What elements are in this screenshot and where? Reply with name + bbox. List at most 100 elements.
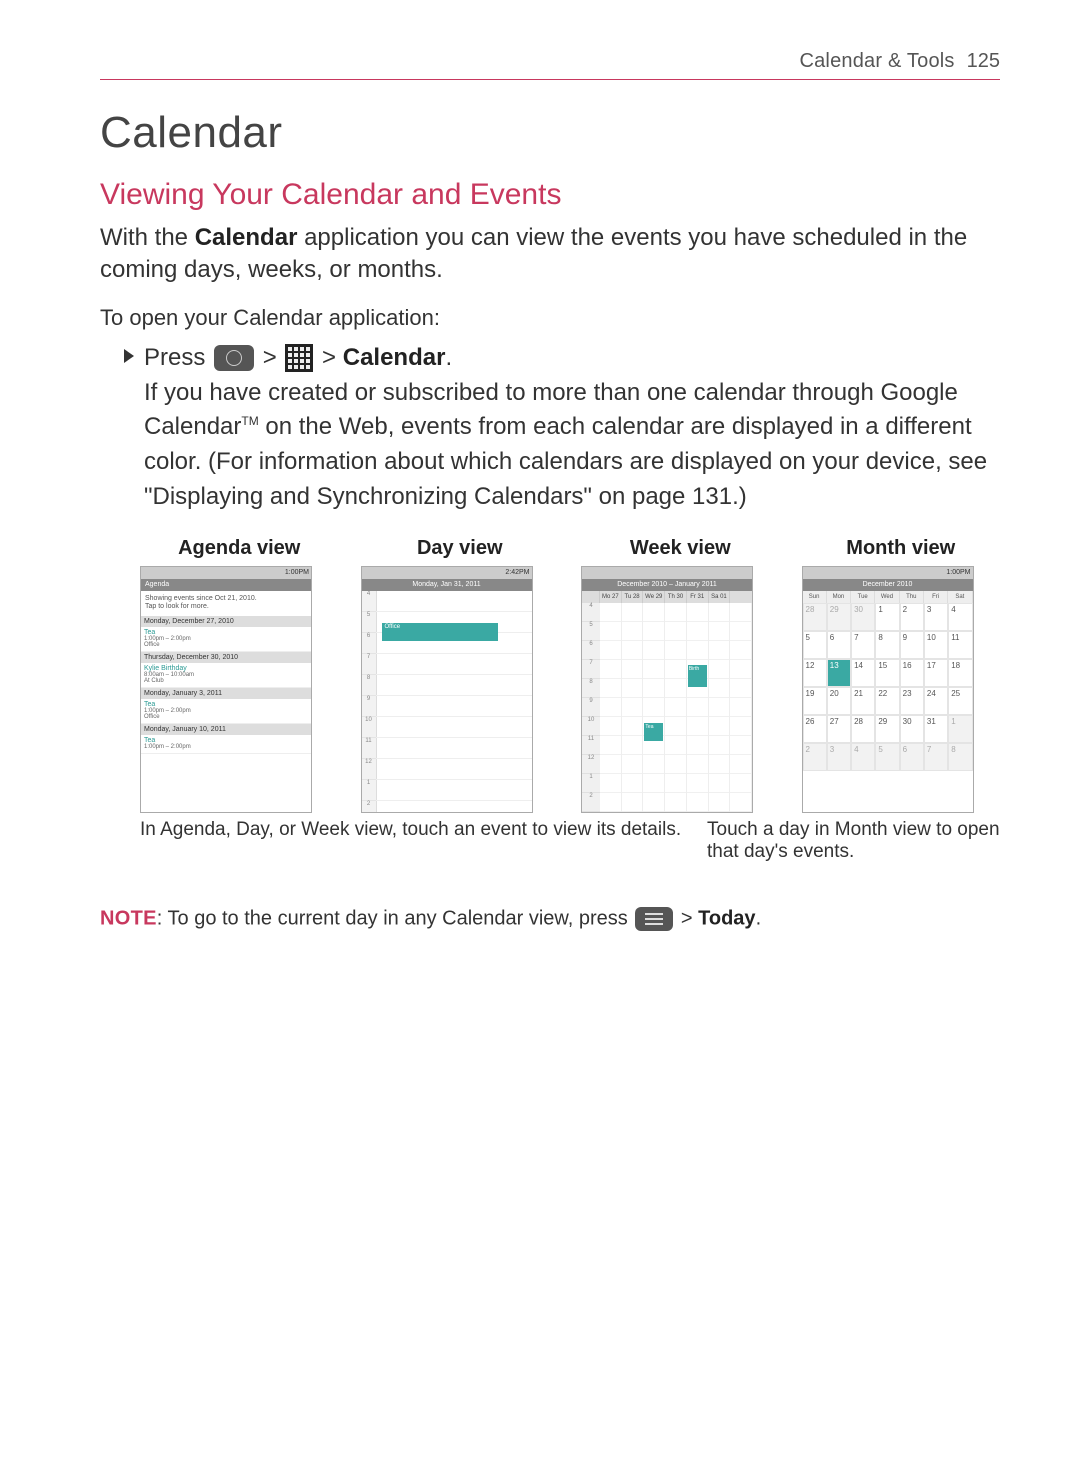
month-cell: 23 [900, 687, 924, 715]
week-view-thumb: December 2010 – January 2011 Mo 27Tu 28W… [581, 566, 753, 813]
month-cell: 5 [875, 743, 899, 771]
month-cell: 31 [924, 715, 948, 743]
month-status-time: 1:00PM [946, 569, 970, 576]
breadcrumb: Calendar & Tools [799, 50, 954, 73]
day-topbar: Monday, Jan 31, 2011 [362, 579, 532, 591]
month-cell: 24 [924, 687, 948, 715]
agenda-item: Kylie Birthday8:00am – 10:00amAt Club [141, 663, 311, 688]
month-cell: 13 [827, 659, 851, 687]
month-cell: 8 [948, 743, 972, 771]
month-cell: 2 [803, 743, 827, 771]
month-cell: 3 [827, 743, 851, 771]
agenda-view-col: Agenda view 1:00PM Agenda Showing events… [140, 537, 339, 813]
month-cell: 28 [851, 715, 875, 743]
agenda-view-thumb: 1:00PM Agenda Showing events since Oct 2… [140, 566, 312, 813]
month-cell: 29 [827, 603, 851, 631]
month-cell: 21 [851, 687, 875, 715]
open-heading: To open your Calendar application: [100, 305, 1000, 331]
month-cell: 9 [900, 631, 924, 659]
agenda-item: Tea1:00pm – 2:00pm [141, 735, 311, 754]
caption-right: Touch a day in Month view to open that d… [707, 819, 1000, 863]
month-cell: 6 [900, 743, 924, 771]
month-cell: 8 [875, 631, 899, 659]
calendar-views-row: Agenda view 1:00PM Agenda Showing events… [140, 537, 1000, 813]
month-cell: 4 [851, 743, 875, 771]
intro-bold: Calendar [195, 224, 298, 251]
agenda-section-header: Monday, January 3, 2011 [141, 688, 311, 699]
month-cell: 6 [827, 631, 851, 659]
intro-paragraph: With the Calendar application you can vi… [100, 222, 1000, 287]
agenda-hint-2: Tap to look for more. [145, 603, 209, 610]
month-cell: 7 [924, 743, 948, 771]
month-cell: 16 [900, 659, 924, 687]
note-period: . [756, 907, 762, 929]
step-press: Press [144, 344, 212, 371]
note-label: NOTE [100, 907, 157, 929]
month-cell: 5 [803, 631, 827, 659]
month-cell: 22 [875, 687, 899, 715]
agenda-item: Tea1:00pm – 2:00pmOffice [141, 627, 311, 652]
month-cell: 26 [803, 715, 827, 743]
month-cell: 3 [924, 603, 948, 631]
note-text-pre: : To go to the current day in any Calend… [157, 907, 634, 929]
month-cell: 27 [827, 715, 851, 743]
month-cell: 18 [948, 659, 972, 687]
month-cell: 1 [875, 603, 899, 631]
week-topbar: December 2010 – January 2011 [582, 579, 752, 591]
agenda-status-time: 1:00PM [285, 569, 309, 576]
trademark-superscript: TM [241, 414, 258, 428]
day-status-time: 2:42PM [505, 569, 529, 576]
agenda-section-header: Monday, December 27, 2010 [141, 616, 311, 627]
day-view-thumb: 2:42PM Monday, Jan 31, 2011 456789101112… [361, 566, 533, 813]
agenda-section-header: Monday, January 10, 2011 [141, 724, 311, 735]
month-cell: 20 [827, 687, 851, 715]
month-cell: 17 [924, 659, 948, 687]
page-header: Calendar & Tools 125 [100, 50, 1000, 80]
step-calendar-label: Calendar [343, 344, 446, 371]
agenda-view-label: Agenda view [140, 537, 339, 560]
week-event: Tea [644, 723, 663, 741]
step-period: . [445, 344, 452, 371]
bullet-triangle-icon [124, 349, 134, 363]
page-number: 125 [967, 50, 1000, 73]
month-topbar: December 2010 [803, 579, 973, 591]
agenda-topbar: Agenda [141, 579, 311, 591]
week-event: Birth [688, 665, 707, 687]
month-cell: 2 [900, 603, 924, 631]
month-cell: 29 [875, 715, 899, 743]
step-open-calendar: Press > > Calendar. If you have created … [124, 341, 1000, 515]
month-cell: 7 [851, 631, 875, 659]
month-cell: 25 [948, 687, 972, 715]
note-today: Today [698, 907, 755, 929]
caption-left: In Agenda, Day, or Week view, touch an e… [140, 819, 685, 863]
month-cell: 28 [803, 603, 827, 631]
note-row: NOTE: To go to the current day in any Ca… [100, 907, 1000, 931]
day-view-label: Day view [361, 537, 560, 560]
month-cell: 12 [803, 659, 827, 687]
section-title: Viewing Your Calendar and Events [100, 178, 1000, 212]
month-cell: 30 [900, 715, 924, 743]
month-view-col: Month view 1:00PM December 2010 SunMonTu… [802, 537, 1001, 813]
month-cell: 15 [875, 659, 899, 687]
week-view-label: Week view [581, 537, 780, 560]
menu-button-icon [635, 907, 673, 931]
day-view-col: Day view 2:42PM Monday, Jan 31, 2011 456… [361, 537, 560, 813]
step-sep-1: > [263, 344, 284, 371]
step-body-2: on the Web, events from each calendar ar… [144, 413, 987, 510]
month-view-label: Month view [802, 537, 1001, 560]
month-cell: 14 [851, 659, 875, 687]
week-view-col: Week view December 2010 – January 2011 M… [581, 537, 780, 813]
month-view-thumb: 1:00PM December 2010 SunMonTueWedThuFriS… [802, 566, 974, 813]
day-event: Office [382, 623, 498, 641]
month-cell: 1 [948, 715, 972, 743]
month-cell: 10 [924, 631, 948, 659]
view-captions: In Agenda, Day, or Week view, touch an e… [140, 819, 1000, 863]
page-title: Calendar [100, 108, 1000, 158]
intro-pre: With the [100, 224, 195, 251]
agenda-section-header: Thursday, December 30, 2010 [141, 652, 311, 663]
month-cell: 30 [851, 603, 875, 631]
month-cell: 11 [948, 631, 972, 659]
apps-grid-icon [285, 344, 313, 372]
home-button-icon [214, 345, 254, 371]
agenda-hint-1: Showing events since Oct 21, 2010. [145, 595, 257, 602]
